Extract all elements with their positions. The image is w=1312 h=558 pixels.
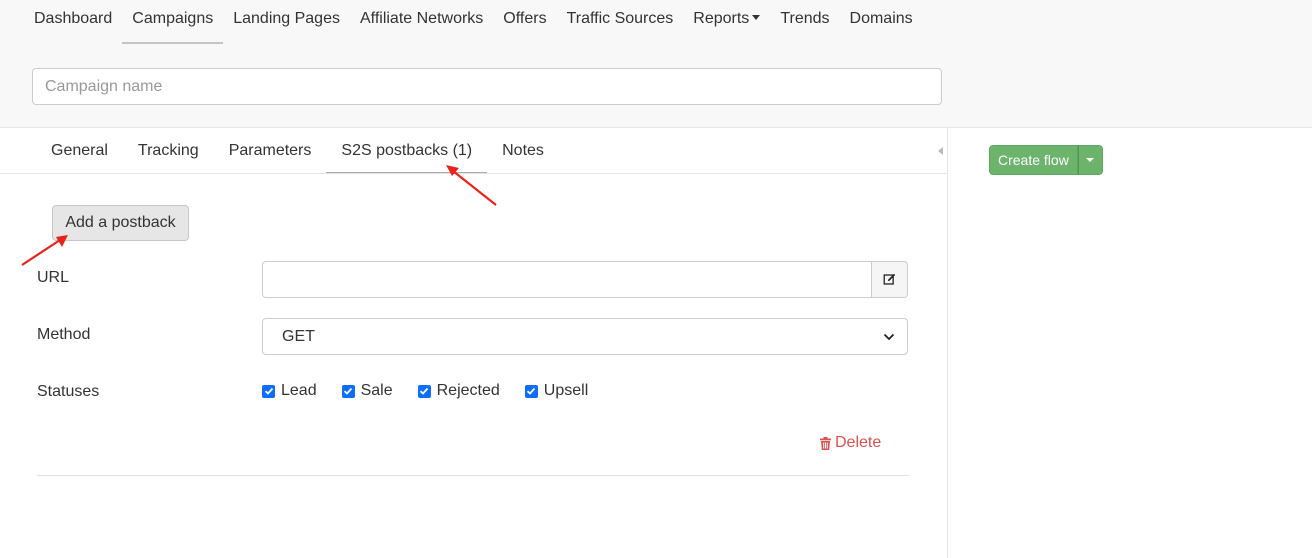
tabs-divider [0,173,948,174]
nav-item-offers[interactable]: Offers [493,0,556,44]
status-rejected[interactable]: Rejected [417,382,500,400]
tab-general[interactable]: General [36,128,123,174]
nav-item-dashboard[interactable]: Dashboard [24,0,122,44]
form-divider [37,475,909,476]
chevron-down-icon [883,333,895,340]
nav-item-reports[interactable]: Reports [683,0,770,44]
collapse-panel-icon[interactable] [938,147,943,155]
nav-item-campaigns[interactable]: Campaigns [122,0,224,44]
method-select-value: GET [282,327,315,345]
edit-icon [883,273,896,285]
main-nav: Dashboard Campaigns Landing Pages Affili… [24,0,923,44]
top-header: Dashboard Campaigns Landing Pages Affili… [0,0,1312,128]
checkbox-checked-icon[interactable] [341,384,355,398]
tab-tracking[interactable]: Tracking [123,128,214,174]
tab-s2s-postbacks[interactable]: S2S postbacks (1) [326,128,488,174]
delete-label: Delete [835,434,882,451]
campaign-name-input[interactable] [32,68,942,105]
status-label: Rejected [436,382,500,399]
status-upsell[interactable]: Upsell [524,382,589,400]
checkbox-checked-icon[interactable] [524,384,538,398]
method-label: Method [37,326,91,343]
create-flow-button[interactable]: Create flow [989,145,1078,175]
checkbox-checked-icon[interactable] [262,384,275,398]
create-flow-split-button: Create flow [989,145,1103,175]
status-sale[interactable]: Sale [341,382,393,400]
nav-item-traffic-sources[interactable]: Traffic Sources [557,0,684,44]
status-label: Sale [360,382,393,399]
method-select[interactable]: GET [262,318,908,355]
settings-tabs: General Tracking Parameters S2S postback… [36,128,559,174]
campaign-settings-panel: General Tracking Parameters S2S postback… [0,128,948,558]
add-postback-button[interactable]: Add a postback [52,205,189,241]
nav-item-landing-pages[interactable]: Landing Pages [223,0,350,44]
statuses-group: Lead Sale Rejected Upsell [262,382,613,400]
url-field-group [262,261,908,298]
tab-notes[interactable]: Notes [487,128,559,174]
edit-url-button[interactable] [871,261,908,298]
nav-item-reports-label: Reports [693,10,750,27]
nav-item-trends[interactable]: Trends [770,0,839,44]
nav-item-affiliate-networks[interactable]: Affiliate Networks [350,0,493,44]
nav-item-domains[interactable]: Domains [840,0,923,44]
url-label: URL [37,269,70,286]
status-label: Upsell [543,382,589,399]
trash-icon [820,436,831,450]
status-lead[interactable]: Lead [262,382,317,400]
caret-down-icon [752,15,761,21]
status-label: Lead [281,382,317,399]
checkbox-checked-icon[interactable] [417,384,431,398]
url-input[interactable] [262,261,871,298]
statuses-label: Statuses [37,383,100,400]
caret-down-icon [1086,158,1095,162]
delete-postback-link[interactable]: Delete [820,434,881,452]
tab-parameters[interactable]: Parameters [214,128,327,174]
create-flow-dropdown-toggle[interactable] [1077,145,1103,175]
